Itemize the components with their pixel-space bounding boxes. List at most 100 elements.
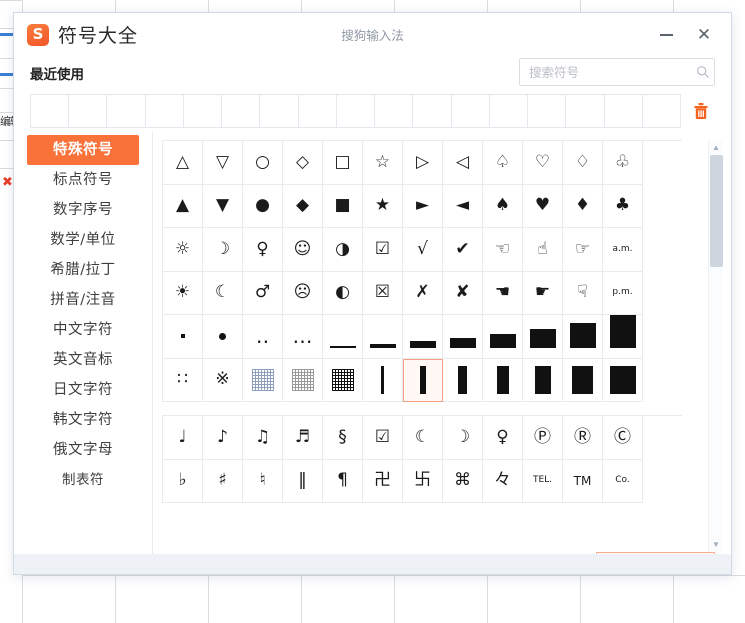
symbol-cell[interactable]: [523, 315, 563, 359]
symbol-cell[interactable]: ✘: [443, 271, 483, 315]
symbol-cell[interactable]: ♬: [283, 416, 323, 460]
recent-symbol-cell[interactable]: [144, 95, 183, 127]
symbol-cell[interactable]: ◐: [323, 271, 363, 315]
symbol-cell[interactable]: [403, 315, 443, 359]
symbol-cell[interactable]: ♫: [243, 416, 283, 460]
symbol-cell[interactable]: Ⓒ: [603, 416, 643, 460]
symbol-cell[interactable]: ♦: [563, 184, 603, 228]
symbol-cell[interactable]: [483, 315, 523, 359]
recent-symbol-cell[interactable]: [221, 95, 259, 127]
symbol-cell[interactable]: ☽: [443, 416, 483, 460]
clear-recent-button[interactable]: [687, 94, 715, 128]
symbol-cell[interactable]: 々: [483, 459, 523, 503]
symbol-cell[interactable]: ‥: [243, 315, 283, 359]
symbol-cell[interactable]: ♂: [243, 271, 283, 315]
symbol-cell[interactable]: ■: [323, 184, 363, 228]
symbol-cell[interactable]: Ⓡ: [563, 416, 603, 460]
symbol-cell[interactable]: ♠: [483, 184, 523, 228]
symbol-cell[interactable]: ☼: [163, 228, 203, 272]
minimize-button[interactable]: [649, 20, 683, 50]
symbol-cell[interactable]: ▽: [203, 141, 243, 185]
scroll-up-arrow[interactable]: ▲: [709, 140, 724, 155]
symbol-cell[interactable]: ♀: [483, 416, 523, 460]
symbol-cell[interactable]: [323, 315, 363, 359]
recent-symbol-cell[interactable]: [374, 95, 412, 127]
recent-symbol-cell[interactable]: [68, 95, 106, 127]
grid-scrollbar[interactable]: ▲ ▼: [708, 140, 723, 552]
symbol-cell[interactable]: ☑: [363, 228, 403, 272]
symbol-cell[interactable]: ‖: [283, 459, 323, 503]
sidebar-item-4[interactable]: 希腊/拉丁: [27, 255, 139, 285]
symbol-cell[interactable]: [163, 315, 203, 359]
symbol-cell[interactable]: ●: [243, 184, 283, 228]
symbol-cell[interactable]: △: [163, 141, 203, 185]
symbol-cell[interactable]: [443, 315, 483, 359]
symbol-cell[interactable]: ♪: [203, 416, 243, 460]
symbol-cell[interactable]: √: [403, 228, 443, 272]
symbol-cell[interactable]: ♥: [523, 184, 563, 228]
symbol-cell[interactable]: ¶: [323, 459, 363, 503]
recent-symbol-cell[interactable]: [106, 95, 144, 127]
symbol-cell[interactable]: ☆: [363, 141, 403, 185]
symbol-cell[interactable]: ☜: [483, 228, 523, 272]
symbol-cell[interactable]: ♮: [243, 459, 283, 503]
sidebar-item-9[interactable]: 韩文字符: [27, 405, 139, 435]
symbol-cell[interactable]: ◑: [323, 228, 363, 272]
symbol-cell[interactable]: ☾: [203, 271, 243, 315]
symbol-cell[interactable]: ✔: [443, 228, 483, 272]
symbol-cell[interactable]: ☀: [163, 271, 203, 315]
search-icon[interactable]: [691, 65, 714, 79]
symbol-cell[interactable]: ♯: [203, 459, 243, 503]
sidebar-item-11[interactable]: 制表符: [27, 465, 139, 495]
symbol-cell[interactable]: ∷: [163, 358, 203, 402]
symbol-cell[interactable]: Co.: [603, 459, 643, 503]
recent-symbol-cell[interactable]: [450, 95, 489, 127]
symbol-cell[interactable]: ◇: [283, 141, 323, 185]
symbol-cell[interactable]: [523, 358, 563, 402]
recent-symbol-cell[interactable]: [603, 95, 642, 127]
search-box[interactable]: [519, 58, 715, 86]
symbol-cell[interactable]: [283, 358, 323, 402]
symbol-cell[interactable]: ☽: [203, 228, 243, 272]
symbol-cell[interactable]: TM: [563, 459, 603, 503]
symbol-cell[interactable]: ▲: [163, 184, 203, 228]
symbol-cell[interactable]: Ⓟ: [523, 416, 563, 460]
sidebar-item-10[interactable]: 俄文字母: [27, 435, 139, 465]
symbol-cell[interactable]: p.m.: [603, 271, 643, 315]
recent-symbol-cell[interactable]: [565, 95, 603, 127]
symbol-cell[interactable]: 卐: [403, 459, 443, 503]
symbol-cell[interactable]: ♧: [603, 141, 643, 185]
symbol-cell[interactable]: [363, 315, 403, 359]
symbol-cell[interactable]: ◁: [443, 141, 483, 185]
symbol-cell[interactable]: [323, 358, 363, 402]
symbol-cell[interactable]: ○: [243, 141, 283, 185]
recent-symbol-cell[interactable]: [297, 95, 336, 127]
scroll-thumb[interactable]: [709, 155, 723, 267]
symbol-cell[interactable]: ♣: [603, 184, 643, 228]
sidebar-item-1[interactable]: 标点符号: [27, 165, 139, 195]
symbol-cell[interactable]: ※: [203, 358, 243, 402]
symbol-cell[interactable]: ☒: [363, 271, 403, 315]
symbol-cell[interactable]: [603, 315, 643, 359]
symbol-cell[interactable]: ⌘: [443, 459, 483, 503]
recent-symbol-cell[interactable]: [412, 95, 450, 127]
sidebar-item-8[interactable]: 日文字符: [27, 375, 139, 405]
symbol-grid-primary[interactable]: △ ▽ ○ ◇ □ ☆ ▷ ◁ ♤ ♡ ♢ ♧ ▲ ▼ ● ◆ ■ ★ ► ◄ ♠ ♥ ♦ ♣ ☼ ☽ ♀ ☺ ◑ ☑ √ ✔ ☜ ☝ ☞ a.m. ☀…: [162, 140, 682, 402]
symbol-cell[interactable]: [563, 358, 603, 402]
recent-symbols-strip[interactable]: [30, 94, 681, 128]
recent-symbol-cell[interactable]: [335, 95, 374, 127]
symbol-cell[interactable]: ★: [363, 184, 403, 228]
scroll-down-arrow[interactable]: ▼: [709, 537, 724, 552]
symbol-cell[interactable]: ♢: [563, 141, 603, 185]
symbol-cell[interactable]: [483, 358, 523, 402]
symbol-cell[interactable]: ☺: [283, 228, 323, 272]
recent-symbol-cell[interactable]: [30, 95, 68, 127]
symbol-cell[interactable]: ♭: [163, 459, 203, 503]
symbol-cell[interactable]: ◄: [443, 184, 483, 228]
recent-symbol-cell[interactable]: [259, 95, 297, 127]
symbol-cell[interactable]: ☟: [563, 271, 603, 315]
symbol-cell[interactable]: ♩: [163, 416, 203, 460]
sidebar-item-6[interactable]: 中文字符: [27, 315, 139, 345]
scroll-track[interactable]: [709, 155, 724, 537]
symbol-grid-secondary[interactable]: ♩ ♪ ♫ ♬ § ☑ ☾ ☽ ♀ Ⓟ Ⓡ Ⓒ ♭ ♯ ♮ ‖ ¶ 卍卐 ⌘ 々 TEL. TM Co.: [162, 415, 682, 503]
